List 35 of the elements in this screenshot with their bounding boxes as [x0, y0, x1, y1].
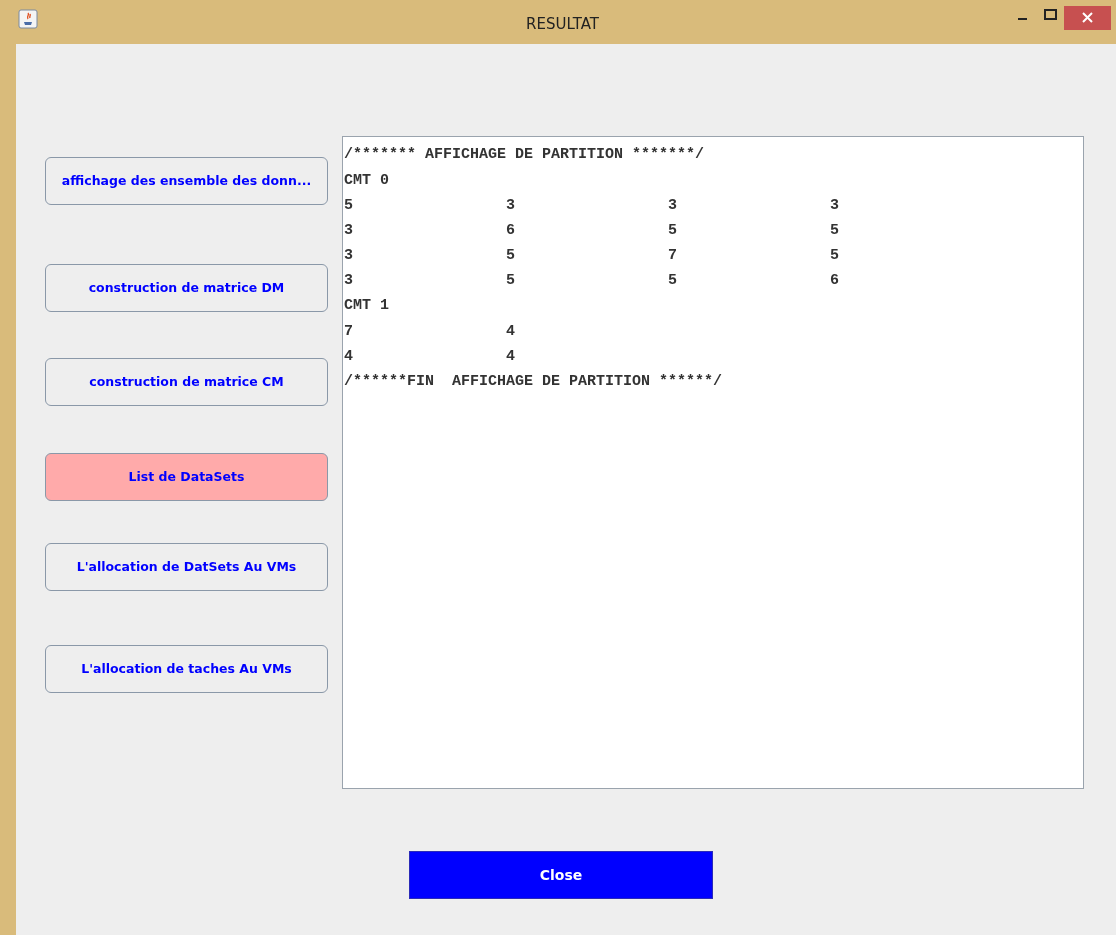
close-button[interactable]: Close [409, 851, 713, 899]
side-button[interactable]: L'allocation de DatSets Au VMs [45, 543, 328, 591]
output-line: CMT 0 [344, 170, 389, 191]
matrix-value: 5 [830, 247, 839, 265]
side-button[interactable]: construction de matrice DM [45, 264, 328, 312]
matrix-value: 4 [344, 347, 353, 365]
side-button[interactable]: L'allocation de taches Au VMs [45, 645, 328, 693]
matrix-value: 3 [344, 247, 353, 265]
matrix-value: 3 [830, 196, 839, 214]
matrix-value: 5 [506, 272, 515, 290]
matrix-value: 5 [344, 196, 353, 214]
matrix-value: 7 [668, 247, 677, 265]
output-line: /******* AFFICHAGE DE PARTITION *******/ [344, 145, 705, 166]
matrix-value: 3 [506, 196, 515, 214]
matrix-value: 3 [668, 196, 677, 214]
matrix-value: 3 [344, 272, 353, 290]
matrix-value: 6 [830, 272, 839, 290]
side-button[interactable]: affichage des ensemble des donn... [45, 157, 328, 205]
app-icon [18, 9, 38, 29]
matrix-value: 5 [668, 221, 677, 239]
side-button[interactable]: construction de matrice CM [45, 358, 328, 406]
output-text-area[interactable]: /******* AFFICHAGE DE PARTITION *******/ CMT 0 5 3 3 3 3 6 5 5 3 5 7 5 3 5 5 6 CMT 1 7 4 4 4 /******FIN AFFICHAGE DE PARTITION ******/ [342, 136, 1084, 789]
side-button[interactable]: List de DataSets [45, 453, 328, 501]
window-title: RESULTAT [526, 14, 599, 35]
output-line: /******FIN AFFICHAGE DE PARTITION ******/ [344, 372, 723, 393]
matrix-value: 4 [506, 322, 515, 340]
matrix-value: 5 [830, 221, 839, 239]
close-window-button[interactable] [1064, 6, 1111, 30]
matrix-value: 6 [506, 221, 515, 239]
output-line: CMT 1 [344, 296, 389, 317]
matrix-value: 3 [344, 221, 353, 239]
matrix-value: 4 [506, 347, 515, 365]
matrix-value: 7 [344, 322, 353, 340]
matrix-value: 5 [506, 247, 515, 265]
matrix-value: 5 [668, 272, 677, 290]
